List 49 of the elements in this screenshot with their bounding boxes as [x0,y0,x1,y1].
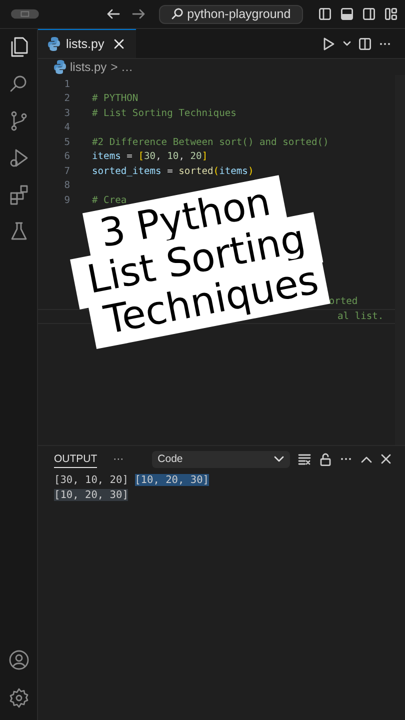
line-number: 1 [63,78,70,90]
output-text: [30, 10, 20] [54,474,130,486]
line-number: 6 [63,151,70,162]
panel-tab[interactable]: OUTPUT [54,450,98,468]
close-icon[interactable] [380,454,391,464]
line-number: 2 [63,93,70,104]
code-line: # List Sorting Techniques [92,108,236,119]
unlock-icon[interactable] [320,452,331,466]
output-text: [10, 20, 30] [134,474,209,486]
line-number: 3 [63,108,70,119]
chevron-down-icon[interactable] [343,40,351,46]
maximize-panel-icon[interactable] [360,456,372,462]
code-line: items = [30, 10, 20] [92,151,208,162]
close-icon[interactable] [114,39,124,49]
clear-output-icon[interactable] [298,454,311,464]
more-button[interactable]: ··· [113,453,124,465]
split-layout-icon[interactable] [363,8,375,20]
split-editor-icon[interactable] [359,38,371,50]
panel-layout-icon[interactable] [341,8,353,20]
run-icon[interactable] [323,36,335,50]
code-line: orted [328,296,358,308]
more-icon[interactable] [379,42,391,46]
more-icon[interactable] [340,457,352,461]
back-arrow-icon[interactable] [106,8,120,20]
code-line: al list. [337,310,384,322]
forward-arrow-icon[interactable] [132,8,146,20]
editor-tab[interactable]: lists.py [38,29,136,58]
line-number: 7 [63,166,70,177]
line-number: 4 [63,122,70,134]
python-file-icon [48,36,60,52]
search-field[interactable]: python-playground [158,4,303,24]
window-pill-icon[interactable] [11,9,39,19]
python-file-icon [54,59,66,75]
line-number: 5 [63,136,70,148]
code-line: #2 Difference Between sort() and sorted() [92,136,329,148]
output-text: [10, 20, 30] [54,488,128,500]
breadcrumb-item[interactable]: lists.py [70,60,107,74]
line-number: 9 [63,194,70,206]
code-line: # PYTHON [92,93,138,104]
code-line: # Crea [92,194,127,206]
code-line: sorted_items = sorted(items) [92,166,254,177]
output-channel-dropdown[interactable]: Code [152,450,290,468]
breadcrumb-item[interactable]: > … [110,60,134,74]
line-number: 8 [63,180,70,192]
account-icon[interactable] [6,648,30,672]
customize-layout-icon[interactable] [385,8,397,20]
chevron-down-icon [274,456,284,462]
sidebar-layout-icon[interactable] [319,8,331,20]
search-icon [171,8,184,20]
